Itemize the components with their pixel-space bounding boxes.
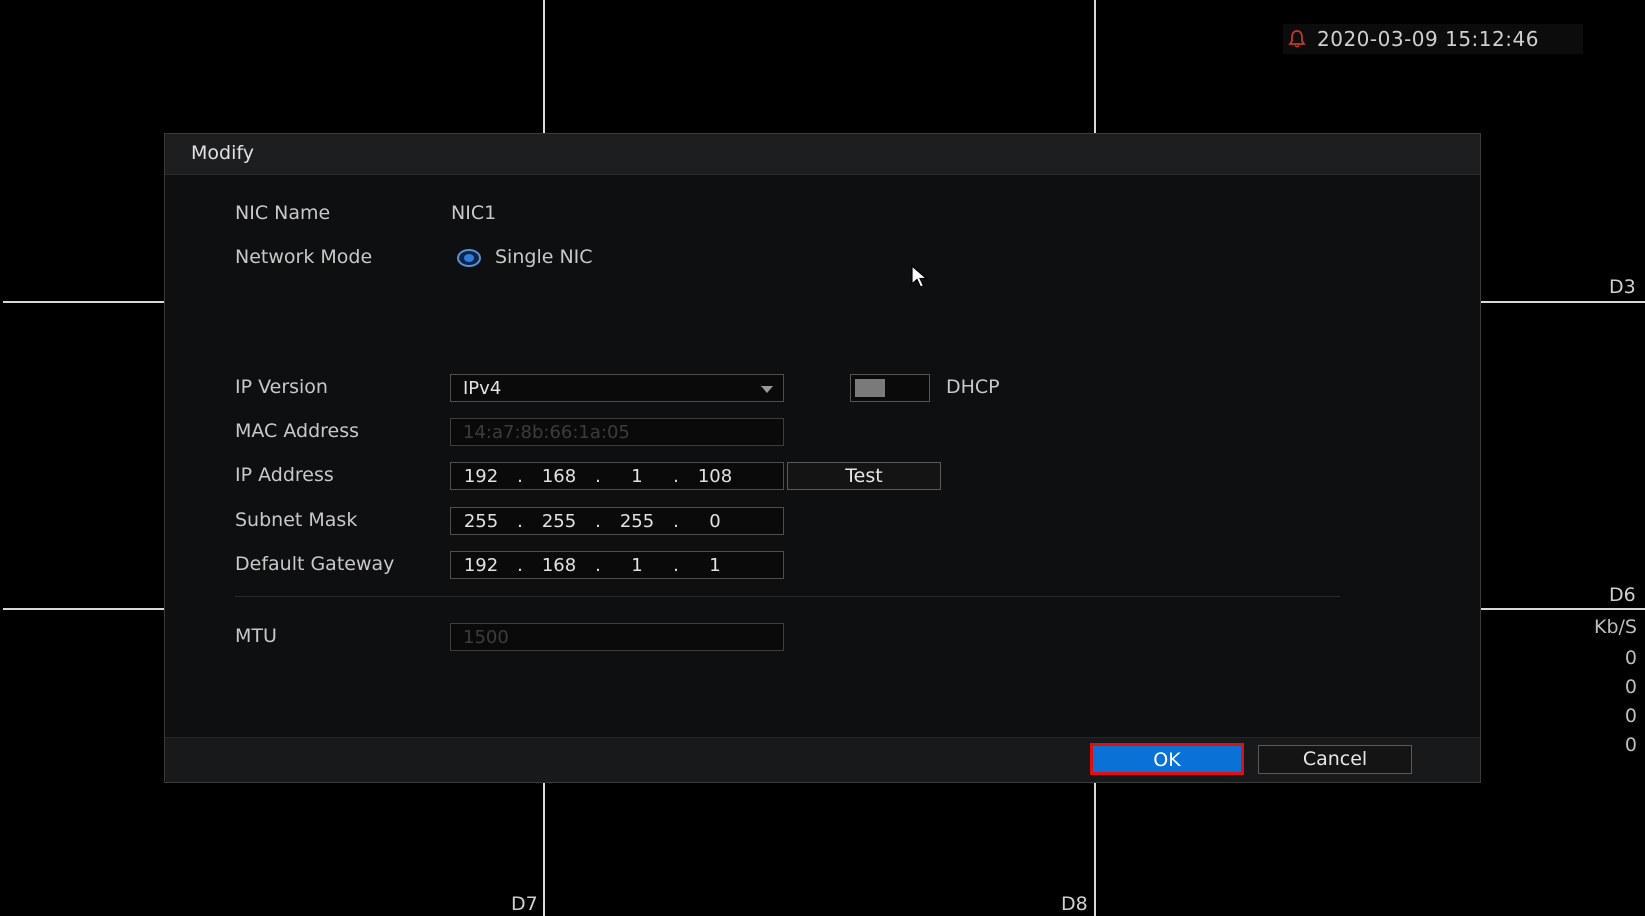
cancel-button[interactable]: Cancel [1258,745,1412,774]
grid-line [3,608,164,610]
ok-button[interactable]: OK [1090,743,1244,775]
toggle-knob [855,379,885,397]
single-nic-label[interactable]: Single NIC [495,246,593,268]
bitrate-value: 0 [1624,647,1637,669]
mtu-value: 1500 [463,627,509,648]
ip-octet[interactable]: 168 [529,466,589,487]
ip-octet[interactable]: 1 [685,555,745,576]
dialog-footer: OK Cancel [165,737,1480,782]
bitrate-unit: Kb/S [1594,616,1637,638]
single-nic-radio[interactable] [457,249,481,267]
grid-line [1481,608,1645,610]
bitrate-value: 0 [1624,676,1637,698]
dhcp-toggle[interactable] [850,374,930,402]
subnet-mask-label: Subnet Mask [235,509,358,531]
default-gateway-label: Default Gateway [235,553,395,575]
ip-octet[interactable]: 0 [685,511,745,532]
ip-octet[interactable]: 168 [529,555,589,576]
ip-octet[interactable]: 108 [685,466,745,487]
channel-label-d6: D6 [1609,584,1636,606]
ip-octet[interactable]: 192 [451,555,511,576]
bitrate-value: 0 [1624,734,1637,756]
ip-octet[interactable]: 1 [607,555,667,576]
channel-label-d8: D8 [1061,893,1088,915]
ip-octet[interactable]: 255 [451,511,511,532]
grid-line [543,783,545,916]
ip-address-label: IP Address [235,464,334,486]
ip-dot: . [517,465,523,487]
ip-dot: . [673,465,679,487]
mtu-label: MTU [235,625,277,647]
grid-line [1094,0,1096,133]
test-button[interactable]: Test [787,462,941,490]
mtu-field: 1500 [450,623,784,651]
ip-dot: . [595,554,601,576]
grid-line [543,0,545,133]
subnet-mask-input[interactable]: 255. 255. 255. 0 [450,507,784,535]
ip-dot: . [673,554,679,576]
default-gateway-input[interactable]: 192. 168. 1. 1 [450,551,784,579]
ip-octet[interactable]: 192 [451,466,511,487]
ip-dot: . [595,510,601,532]
channel-label-d7: D7 [511,893,538,915]
grid-line [3,301,164,303]
mac-address-field: 14:a7:8b:66:1a:05 [450,418,784,446]
nic-name-value: NIC1 [451,202,497,224]
clock-datetime: 2020-03-09 15:12:46 [1317,27,1539,51]
bitrate-value: 0 [1624,705,1637,727]
grid-line [1094,783,1096,916]
nic-name-label: NIC Name [235,202,331,224]
ip-octet[interactable]: 255 [607,511,667,532]
section-divider [235,596,1340,597]
mouse-pointer-icon [911,265,929,288]
bell-icon [1288,30,1306,48]
mac-address-label: MAC Address [235,420,360,442]
channel-label-d3: D3 [1609,276,1636,298]
dialog-header: Modify [165,134,1480,175]
system-clock: 2020-03-09 15:12:46 [1283,24,1583,54]
ip-octet[interactable]: 1 [607,466,667,487]
ip-address-input[interactable]: 192. 168. 1. 108 [450,462,784,490]
ip-version-label: IP Version [235,376,328,398]
ip-dot: . [517,510,523,532]
mac-address-value: 14:a7:8b:66:1a:05 [463,422,630,443]
network-mode-label: Network Mode [235,246,373,268]
ip-dot: . [595,465,601,487]
screen: D3 D6 D7 D8 2020-03-09 15:12:46 Kb/S 0 0… [0,0,1645,916]
radio-dot [464,254,474,262]
grid-line [1481,301,1645,303]
dialog-title: Modify [191,142,254,164]
ip-dot: . [673,510,679,532]
ip-version-value: IPv4 [463,378,502,399]
ip-dot: . [517,554,523,576]
modify-dialog: Modify NIC Name NIC1 Network Mode Single… [164,133,1481,783]
dropdown-arrow-icon [761,386,773,393]
ip-version-select[interactable]: IPv4 [450,374,784,402]
ip-octet[interactable]: 255 [529,511,589,532]
dhcp-label: DHCP [946,376,1000,398]
